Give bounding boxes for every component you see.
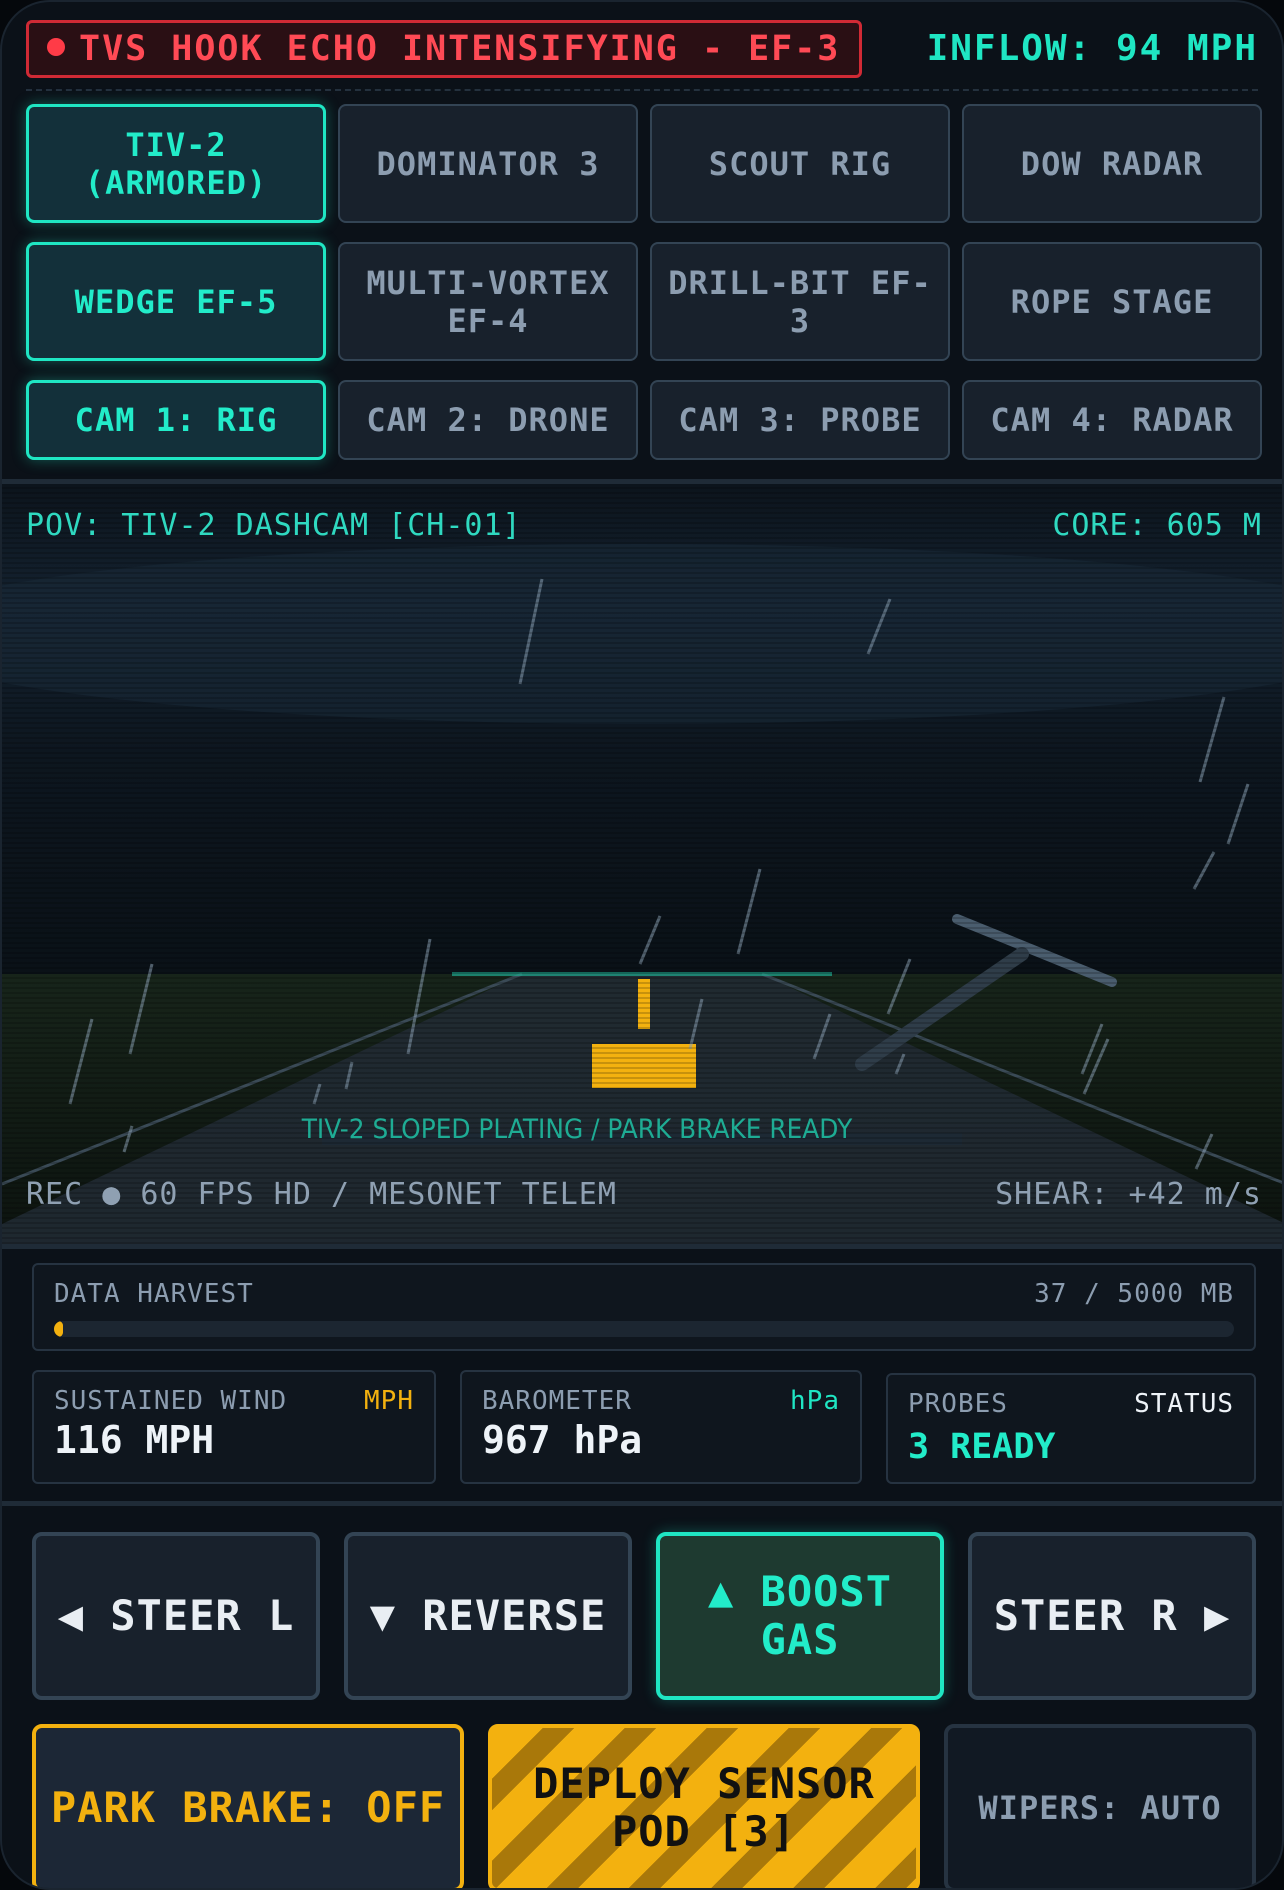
camera-tab-rig[interactable]: CAM 1: RIG [26, 380, 326, 460]
wind-label: SUSTAINED WIND [54, 1386, 288, 1416]
reverse-button[interactable]: ▼ REVERSE [344, 1532, 632, 1700]
recording-status: REC ● 60 FPS HD / MESONET TELEM [26, 1177, 617, 1212]
probes-stat-card: PROBES STATUS 3 READY [886, 1373, 1256, 1484]
game-screen: TVS HOOK ECHO INTENSIFYING - EF-3 INFLOW… [0, 0, 1284, 1890]
tornado-button-rope[interactable]: ROPE STAGE [962, 242, 1262, 361]
barometer-unit: hPa [790, 1386, 840, 1416]
camera-viewport: POV: TIV-2 DASHCAM [CH-01] CORE: 605 M T… [2, 479, 1282, 1249]
probes-unit: STATUS [1134, 1389, 1234, 1419]
data-harvest-value: 37 / 5000 MB [1034, 1279, 1234, 1309]
steer-left-button[interactable]: ◀ STEER L [32, 1532, 320, 1700]
vehicle-button-dow-radar[interactable]: DOW RADAR [962, 104, 1262, 223]
deploy-sensor-pod-button[interactable]: DEPLOY SENSOR POD [3] [488, 1724, 920, 1888]
wind-stat-card: SUSTAINED WIND MPH 116 MPH [32, 1370, 436, 1484]
shear-readout: SHEAR: +42 m/s [995, 1177, 1262, 1212]
camera-tab-probe[interactable]: CAM 3: PROBE [650, 380, 950, 460]
vehicle-button-tiv2[interactable]: TIV-2 (ARMORED) [26, 104, 326, 223]
alert-text: TVS HOOK ECHO INTENSIFYING - EF-3 [79, 29, 841, 69]
storm-cloud [2, 544, 1282, 724]
tornado-button-drill-bit[interactable]: DRILL-BIT EF- 3 [650, 242, 950, 361]
barometer-value: 967 hPa [482, 1418, 643, 1462]
tornado-button-wedge[interactable]: WEDGE EF-5 [26, 242, 326, 361]
pov-label: POV: TIV-2 DASHCAM [CH-01] [26, 508, 522, 543]
camera-tab-radar[interactable]: CAM 4: RADAR [962, 380, 1262, 460]
wind-value: 116 MPH [54, 1418, 215, 1462]
lane-marker-near [592, 1044, 696, 1088]
data-harvest-panel: DATA HARVEST 37 / 5000 MB [32, 1263, 1256, 1351]
core-distance: CORE: 605 M [1052, 508, 1262, 543]
wind-unit: MPH [364, 1386, 414, 1416]
steer-right-button[interactable]: STEER R ▶ [968, 1532, 1256, 1700]
park-brake-toggle[interactable]: PARK BRAKE: OFF [32, 1724, 464, 1888]
alert-banner: TVS HOOK ECHO INTENSIFYING - EF-3 [26, 20, 862, 78]
data-harvest-label: DATA HARVEST [54, 1279, 254, 1309]
probes-value: 3 READY [908, 1427, 1056, 1467]
hood-overlay-text: TIV-2 SLOPED PLATING / PARK BRAKE READY [301, 1114, 853, 1145]
inflow-readout: INFLOW: 94 MPH [926, 28, 1258, 69]
barometer-label: BAROMETER [482, 1386, 632, 1416]
vehicle-button-scout[interactable]: SCOUT RIG [650, 104, 950, 223]
divider [26, 89, 1258, 91]
data-harvest-progress [54, 1321, 1234, 1337]
alert-dot-icon [47, 38, 65, 56]
lane-marker-far [638, 979, 650, 1029]
divider [2, 1501, 1282, 1506]
tornado-button-multi-vortex[interactable]: MULTI-VORTEX EF-4 [338, 242, 638, 361]
barometer-stat-card: BAROMETER hPa 967 hPa [460, 1370, 862, 1484]
vehicle-button-dominator[interactable]: DOMINATOR 3 [338, 104, 638, 223]
boost-gas-button[interactable]: ▲ BOOST GAS [656, 1532, 944, 1700]
probes-label: PROBES [908, 1389, 1008, 1419]
data-harvest-progress-fill [54, 1321, 63, 1337]
wipers-toggle[interactable]: WIPERS: AUTO [944, 1724, 1256, 1888]
camera-tab-drone[interactable]: CAM 2: DRONE [338, 380, 638, 460]
